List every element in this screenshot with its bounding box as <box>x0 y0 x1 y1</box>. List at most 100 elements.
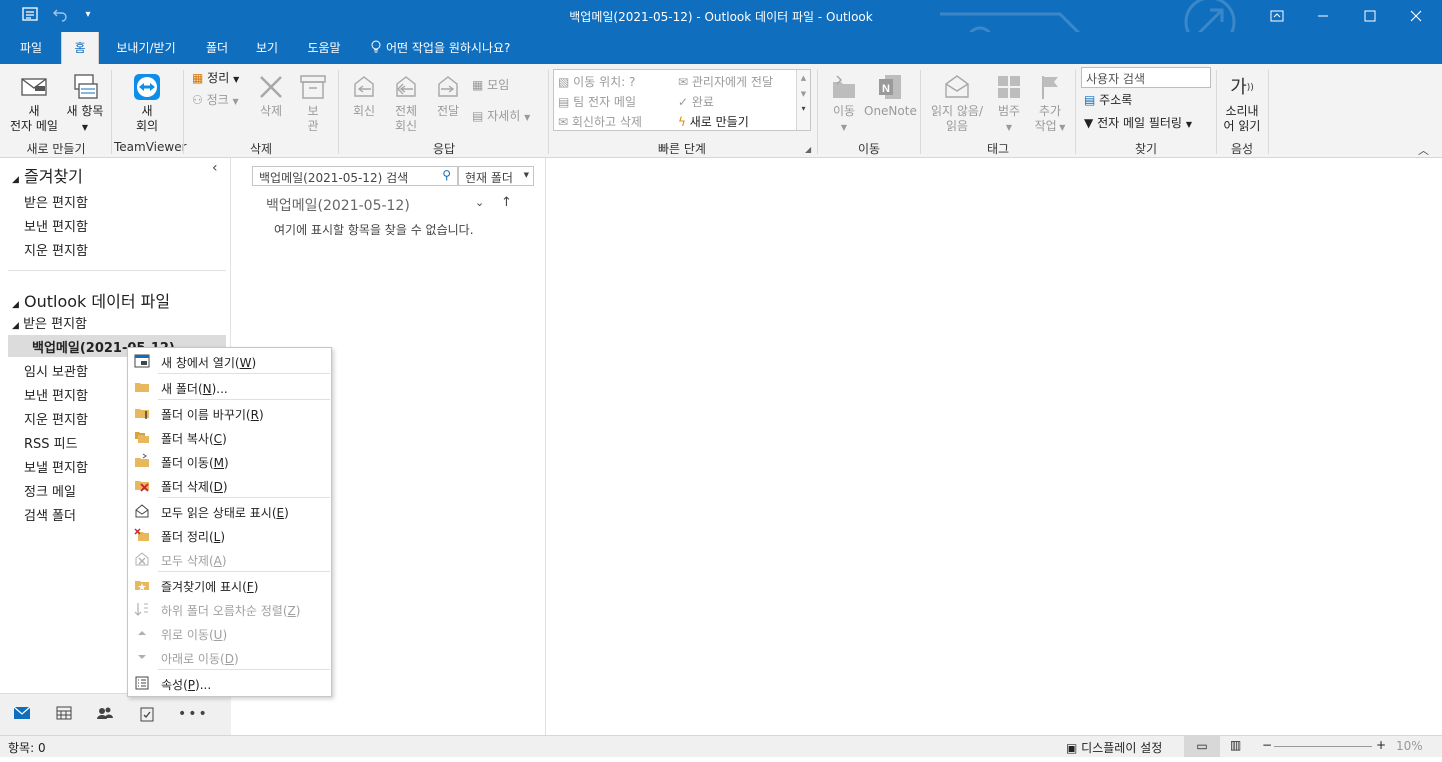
zoom-level[interactable]: 10% <box>1396 739 1423 753</box>
quick-steps-dialog-launcher[interactable]: ◢ <box>805 145 811 154</box>
search-icon[interactable]: ⚲ <box>442 168 451 182</box>
minimize-button[interactable] <box>1300 0 1346 32</box>
favorite-icon <box>135 581 149 591</box>
group-label-speech: 음성 <box>1230 142 1254 156</box>
menu-delete-folder[interactable]: 폴더 삭제(D) <box>128 473 331 497</box>
search-input[interactable]: 백업메일(2021-05-12) 검색 ⚲ <box>252 166 458 186</box>
folder-context-menu: 새 창에서 열기(W) 새 폴더(N)... 폴더 이름 바꾸기(R) 폴더 복… <box>127 347 332 697</box>
mail-icon[interactable] <box>12 706 32 726</box>
menu-new-folder[interactable]: 새 폴더(N)... <box>128 375 331 399</box>
archive-button[interactable]: 보 관 <box>295 72 331 134</box>
zoom-in-button[interactable]: + <box>1376 738 1386 752</box>
tab-file[interactable]: 파일 <box>8 32 54 64</box>
move-button[interactable]: 이동 ▼ <box>824 72 864 135</box>
folder-drafts[interactable]: 임시 보관함 <box>24 361 88 380</box>
maximize-button[interactable] <box>1347 0 1393 32</box>
favorite-inbox[interactable]: 받은 편지함 <box>24 192 88 211</box>
folder-deleted[interactable]: 지운 편지함 <box>24 409 88 428</box>
search-people-input[interactable]: 사용자 검색 <box>1081 67 1211 88</box>
menu-properties[interactable]: 속성(P)... <box>128 671 331 695</box>
menu-sort-subfolders[interactable]: 하위 폴더 오름차순 정렬(Z) <box>128 597 331 621</box>
filter-email-button[interactable]: ▼ 전자 메일 필터링 ▼ <box>1084 115 1192 133</box>
reading-view-button[interactable]: ▥ <box>1230 738 1241 752</box>
folder-sent[interactable]: 보낸 편지함 <box>24 385 88 404</box>
cleanup-button[interactable]: ▦ 정리 ▼ <box>192 70 239 88</box>
reply-all-button[interactable]: 전체 회신 <box>386 72 426 134</box>
quick-steps-gallery[interactable]: ▧ 이동 위치: ? ▤ 팀 전자 메일 ✉ 회신하고 삭제 ✉ 관리자에게 전… <box>553 69 811 131</box>
followup-button[interactable]: 추가 작업 ▼ <box>1030 72 1070 135</box>
quick-steps-scroller[interactable]: ▲ ▼ ▾ <box>796 70 810 130</box>
more-label: 자세히 <box>487 109 521 123</box>
address-book-button[interactable]: ▤ 주소록 <box>1084 92 1132 110</box>
more-respond-button[interactable]: ▤ 자세히 ▼ <box>472 108 530 126</box>
quick-step-done[interactable]: ✓ 완료 <box>678 93 714 110</box>
scroll-up-icon[interactable]: ▲ <box>797 74 810 82</box>
collapse-ribbon-icon[interactable]: ︿ <box>1418 142 1429 158</box>
zoom-slider[interactable] <box>1274 746 1372 747</box>
menu-move-down[interactable]: 아래로 이동(D) <box>128 645 331 669</box>
tab-folder[interactable]: 폴더 <box>196 32 238 64</box>
menu-show-in-favorites[interactable]: 즐겨찾기에 표시(F) <box>128 573 331 597</box>
delete-button[interactable]: 삭제 <box>252 72 290 119</box>
unread-read-button[interactable]: 읽지 않음/ 읽음 <box>926 72 988 134</box>
menu-delete-all[interactable]: 모두 삭제(A) <box>128 547 331 571</box>
menu-move-up[interactable]: 위로 이동(U) <box>128 621 331 645</box>
group-label-tags: 태그 <box>986 142 1010 156</box>
tab-view[interactable]: 보기 <box>246 32 288 64</box>
ribbon-display-options-button[interactable] <box>1254 0 1300 32</box>
display-settings-button[interactable]: ▣ 디스플레이 설정 <box>1066 739 1162 756</box>
menu-move-folder[interactable]: 폴더 이동(M) <box>128 449 331 473</box>
menu-open-new-window[interactable]: 새 창에서 열기(W) <box>128 349 331 373</box>
sort-arrow-up-icon[interactable]: ↑ <box>501 195 512 210</box>
address-book-icon: ▤ <box>1084 93 1096 107</box>
folder-rss[interactable]: RSS 피드 <box>24 433 78 452</box>
expand-gallery-icon[interactable]: ▾ <box>797 104 810 113</box>
quick-step-create-new[interactable]: ϟ 새로 만들기 <box>678 113 749 130</box>
more-options-icon[interactable]: ••• <box>178 706 207 726</box>
teamviewer-meeting-button[interactable]: 새 회의 <box>114 72 180 134</box>
people-icon[interactable] <box>95 706 115 726</box>
favorites-header[interactable]: ◢ 즐겨찾기 <box>12 163 83 187</box>
tab-help[interactable]: 도움말 <box>298 32 350 64</box>
quick-step-team-email[interactable]: ▤ 팀 전자 메일 <box>558 93 636 110</box>
onenote-button[interactable]: N OneNote <box>864 72 917 119</box>
collapse-folder-pane-icon[interactable]: ‹ <box>212 160 218 176</box>
scroll-down-icon[interactable]: ▼ <box>797 90 810 98</box>
calendar-icon[interactable] <box>54 706 74 726</box>
group-label-respond: 응답 <box>432 142 456 156</box>
normal-view-button[interactable]: ▭ <box>1184 736 1220 757</box>
favorite-sent[interactable]: 보낸 편지함 <box>24 216 88 235</box>
new-items-button[interactable]: 새 항목 ▼ <box>62 72 108 135</box>
forward-button[interactable]: 전달 <box>428 72 468 119</box>
datafile-header[interactable]: ◢ Outlook 데이터 파일 <box>12 288 170 312</box>
group-label-teamviewer: TeamViewer <box>114 140 187 154</box>
tab-send-receive[interactable]: 보내기/받기 <box>106 32 186 64</box>
junk-button[interactable]: ⚇ 정크 ▼ <box>192 92 239 110</box>
folder-junk[interactable]: 정크 메일 <box>24 481 76 500</box>
tab-home[interactable]: 홈 <box>61 32 99 64</box>
menu-copy-folder[interactable]: 폴더 복사(C) <box>128 425 331 449</box>
search-scope-dropdown[interactable]: 현재 폴더 ▼ <box>458 166 534 186</box>
quick-step-reply-delete[interactable]: ✉ 회신하고 삭제 <box>558 113 642 130</box>
quick-step-move[interactable]: ▧ 이동 위치: ? <box>558 73 635 90</box>
ribbon-tabs: 파일 홈 보내기/받기 폴더 보기 도움말 어떤 작업을 원하시나요? <box>0 32 1442 64</box>
move-label: 이동 <box>832 104 856 118</box>
tasks-icon[interactable] <box>137 706 157 726</box>
quick-step-to-manager[interactable]: ✉ 관리자에게 전달 <box>678 73 773 90</box>
folder-search[interactable]: 검색 폴더 <box>24 505 76 524</box>
sort-chevron-icon[interactable]: ⌄ <box>475 196 484 209</box>
tell-me-box[interactable]: 어떤 작업을 원하시나요? <box>370 32 510 64</box>
folder-outbox[interactable]: 보낼 편지함 <box>24 457 88 476</box>
zoom-out-button[interactable]: − <box>1262 738 1272 752</box>
new-email-button[interactable]: 새 전자 메일 <box>6 72 62 134</box>
menu-cleanup-folder[interactable]: 폴더 정리(L) <box>128 523 331 547</box>
reply-button[interactable]: 회신 <box>344 72 384 119</box>
menu-mark-all-read[interactable]: 모두 읽은 상태로 표시(E) <box>128 499 331 523</box>
favorite-deleted[interactable]: 지운 편지함 <box>24 240 88 259</box>
folder-inbox[interactable]: ◢ 받은 편지함 <box>12 313 87 332</box>
menu-rename-folder[interactable]: 폴더 이름 바꾸기(R) <box>128 401 331 425</box>
close-button[interactable] <box>1393 0 1439 32</box>
meeting-button[interactable]: ▦ 모임 <box>472 77 509 95</box>
categorize-button[interactable]: 범주 ▼ <box>990 72 1028 135</box>
read-aloud-button[interactable]: 가)) 소리내 어 읽기 <box>1218 72 1266 134</box>
